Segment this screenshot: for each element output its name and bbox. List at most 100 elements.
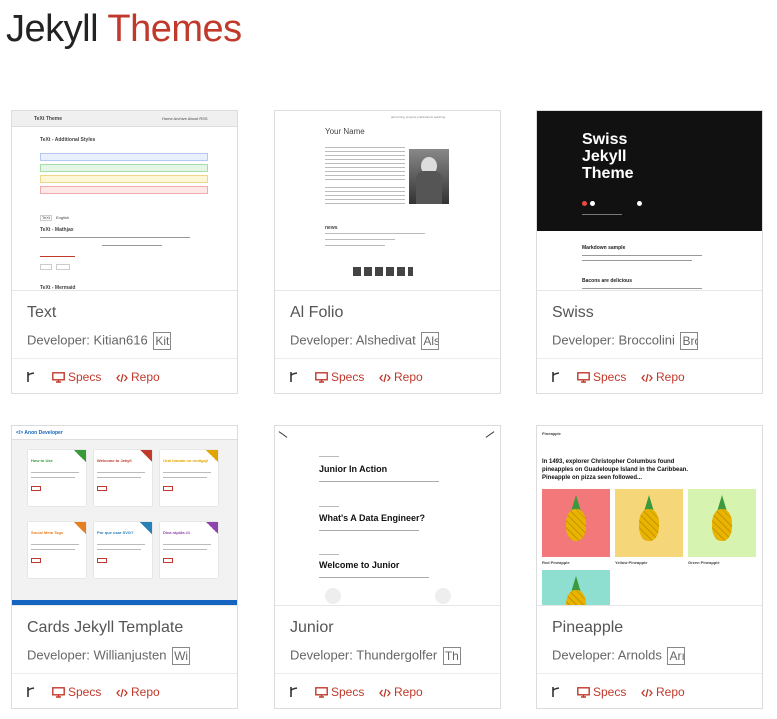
theme-screenshot-text[interactable]: TeXt Theme Home Archive About RSS TeXt -…: [12, 111, 237, 291]
thumb-card-c4: Social Meta Tags: [31, 530, 64, 535]
theme-developer: Developer: Willianjusten Wi: [27, 647, 191, 665]
fork-icon[interactable]: [289, 371, 299, 383]
theme-screenshot-junior[interactable]: Junior In Action What's A Data Engineer?…: [275, 426, 500, 606]
theme-screenshot-cards[interactable]: </> Anon Developer How to Use Welcome to…: [12, 426, 237, 606]
developer-name[interactable]: Thundergolfer: [356, 647, 437, 662]
thumb-post-2: What's A Data Engineer?: [319, 513, 425, 523]
thumb-card-c6: Dica rápida #1: [163, 530, 191, 535]
card-footer: Specs Repo: [275, 673, 500, 708]
developer-avatar: Th: [442, 647, 461, 665]
thumb-heading-2: TeXt - Mathjax: [40, 227, 74, 233]
thumb-heading-1: TeXt - Additional Styles: [40, 137, 96, 143]
theme-name[interactable]: Al Folio: [290, 304, 343, 322]
theme-card: TeXt Theme Home Archive About RSS TeXt -…: [11, 110, 238, 394]
specs-link[interactable]: Specs: [577, 685, 626, 699]
repo-link[interactable]: Repo: [379, 370, 423, 384]
theme-name[interactable]: Junior: [290, 619, 334, 637]
developer-name[interactable]: Willianjusten: [93, 647, 166, 662]
developer-prefix: Developer:: [552, 332, 619, 348]
theme-developer: Developer: Alshedivat Als: [290, 332, 440, 350]
code-icon: [641, 688, 653, 698]
thumb-name: Your Name: [325, 127, 365, 136]
specs-label: Specs: [68, 370, 102, 384]
specs-link[interactable]: Specs: [315, 685, 364, 699]
thumb-nav: Home Archive About RSS: [162, 116, 208, 121]
monitor-icon: [52, 372, 65, 383]
thumb-label-l3: Green Pineapple: [688, 560, 720, 565]
theme-name[interactable]: Swiss: [552, 304, 594, 322]
thumb-post-1: Markdown sample: [582, 245, 626, 251]
thumb-card-c2: Welcome to Jekyll: [97, 458, 132, 463]
code-icon: [379, 688, 391, 698]
specs-link[interactable]: Specs: [577, 370, 626, 384]
developer-avatar: Als: [421, 332, 440, 350]
card-footer: Specs Repo: [12, 673, 237, 708]
code-icon: [641, 373, 653, 383]
fork-icon[interactable]: [26, 371, 36, 383]
theme-name[interactable]: Text: [27, 304, 56, 322]
theme-screenshot-swiss[interactable]: Swiss Jekyll Theme Markdown sample Bacon…: [537, 111, 762, 291]
specs-link[interactable]: Specs: [52, 685, 101, 699]
repo-link[interactable]: Repo: [641, 370, 685, 384]
fork-icon[interactable]: [551, 371, 561, 383]
thumb-card-c3: Oral tomato no ondigaji: [163, 458, 208, 463]
specs-label: Specs: [68, 685, 102, 699]
theme-name[interactable]: Cards Jekyll Template: [27, 619, 183, 637]
card-footer: Specs Repo: [537, 673, 762, 708]
fork-icon[interactable]: [26, 686, 36, 698]
theme-developer: Developer: Kitian616 Kit: [27, 332, 172, 350]
card-footer: Specs Repo: [12, 358, 237, 393]
repo-link[interactable]: Repo: [116, 685, 160, 699]
developer-name[interactable]: Alshedivat: [356, 332, 416, 347]
thumb-card-c5: Por que usar SVG?: [97, 530, 134, 535]
theme-developer: Developer: Arnolds Arı: [552, 647, 686, 665]
repo-link[interactable]: Repo: [641, 685, 685, 699]
monitor-icon: [577, 687, 590, 698]
thumb-nav: about blog projects publications teachin…: [391, 115, 446, 119]
fork-icon[interactable]: [551, 686, 561, 698]
developer-avatar: Bro: [680, 332, 699, 350]
developer-name[interactable]: Arnolds: [618, 647, 662, 662]
theme-name[interactable]: Pineapple: [552, 619, 623, 637]
repo-label: Repo: [131, 370, 160, 384]
repo-label: Repo: [394, 370, 423, 384]
code-icon: [116, 688, 128, 698]
fork-icon[interactable]: [289, 686, 299, 698]
theme-card: Junior In Action What's A Data Engineer?…: [274, 425, 501, 709]
developer-prefix: Developer:: [290, 332, 356, 348]
code-icon: [116, 373, 128, 383]
developer-name[interactable]: Kitian616: [93, 332, 147, 347]
monitor-icon: [315, 372, 328, 383]
developer-prefix: Developer:: [27, 647, 94, 663]
specs-label: Specs: [593, 685, 627, 699]
thumb-card-c1: How to Use: [31, 458, 53, 463]
thumb-intro: In 1493, explorer Christopher Columbus f…: [542, 459, 689, 481]
developer-name[interactable]: Broccolini: [618, 332, 674, 347]
specs-link[interactable]: Specs: [52, 370, 101, 384]
theme-developer: Developer: Broccolini Bro: [552, 332, 699, 350]
thumb-title: Swiss Jekyll Theme: [582, 131, 634, 182]
repo-link[interactable]: Repo: [116, 370, 160, 384]
thumb-tag-1: TeXt: [42, 215, 51, 220]
monitor-icon: [577, 372, 590, 383]
repo-label: Repo: [131, 685, 160, 699]
specs-link[interactable]: Specs: [315, 370, 364, 384]
thumb-post-1: Junior In Action: [319, 464, 388, 474]
theme-card: about blog projects publications teachin…: [274, 110, 501, 394]
developer-avatar: Kit: [153, 332, 172, 350]
specs-label: Specs: [593, 370, 627, 384]
developer-avatar: Arı: [667, 647, 686, 665]
monitor-icon: [315, 687, 328, 698]
theme-screenshot-pineapple[interactable]: Pineapple In 1493, explorer Christopher …: [537, 426, 762, 606]
thumb-header: TeXt Theme: [34, 116, 62, 122]
repo-label: Repo: [394, 685, 423, 699]
repo-link[interactable]: Repo: [379, 685, 423, 699]
theme-card: Pineapple In 1493, explorer Christopher …: [536, 425, 763, 709]
developer-prefix: Developer:: [290, 647, 357, 663]
specs-label: Specs: [331, 370, 365, 384]
theme-card: </> Anon Developer How to Use Welcome to…: [11, 425, 238, 709]
theme-screenshot-alfolio[interactable]: about blog projects publications teachin…: [275, 111, 500, 291]
code-icon: [379, 373, 391, 383]
thumb-heading-3: TeXt - Mermaid: [40, 285, 76, 291]
card-footer: Specs Repo: [275, 358, 500, 393]
